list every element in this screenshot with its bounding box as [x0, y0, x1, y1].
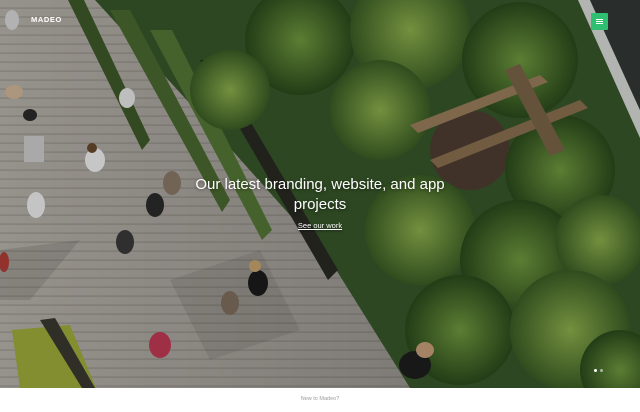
menu-bar-line: [596, 19, 603, 20]
hero-headline: Our latest branding, website, and app pr…: [195, 176, 445, 213]
site-logo[interactable]: MADEO: [31, 15, 62, 24]
slider-dot-active[interactable]: [594, 369, 597, 372]
hamburger-menu-icon[interactable]: [591, 13, 608, 30]
footer-bar: New to Madeo?: [0, 388, 640, 412]
hero-section: MADEO Our latest branding, website, and …: [0, 0, 640, 388]
menu-bar-line: [596, 21, 603, 22]
top-navigation-bar: MADEO: [0, 0, 640, 40]
slider-dot[interactable]: [600, 369, 603, 372]
slider-pagination: [594, 368, 608, 374]
page: MADEO Our latest branding, website, and …: [0, 0, 640, 412]
see-our-work-link[interactable]: See our work: [270, 221, 370, 230]
menu-bar-line: [596, 23, 603, 24]
new-to-madeo-link[interactable]: New to Madeo?: [270, 396, 370, 402]
